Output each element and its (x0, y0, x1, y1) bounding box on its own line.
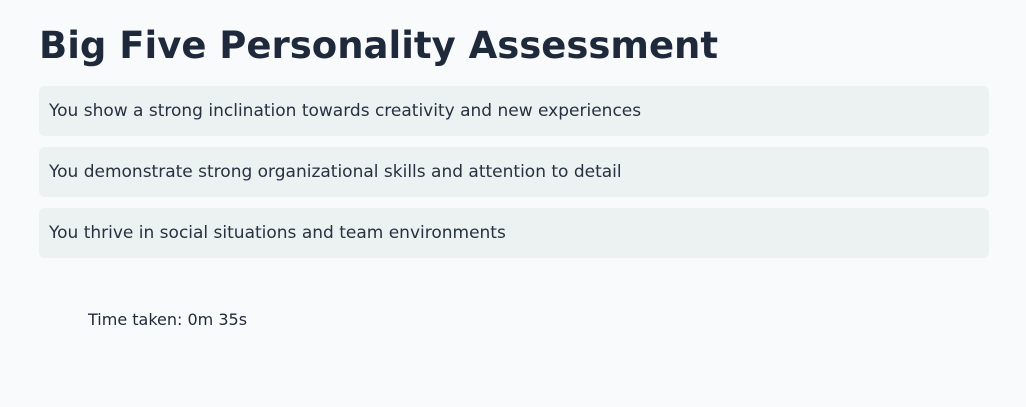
result-item-extraversion: You thrive in social situations and team… (39, 208, 989, 258)
result-item-openness: You show a strong inclination towards cr… (39, 86, 989, 136)
page-title: Big Five Personality Assessment (39, 24, 719, 67)
results-list: You show a strong inclination towards cr… (39, 86, 989, 258)
assessment-results-panel: Big Five Personality Assessment You show… (39, 22, 989, 269)
result-item-conscientiousness: You demonstrate strong organizational sk… (39, 147, 989, 197)
time-taken-label: Time taken: 0m 35s (88, 310, 248, 329)
